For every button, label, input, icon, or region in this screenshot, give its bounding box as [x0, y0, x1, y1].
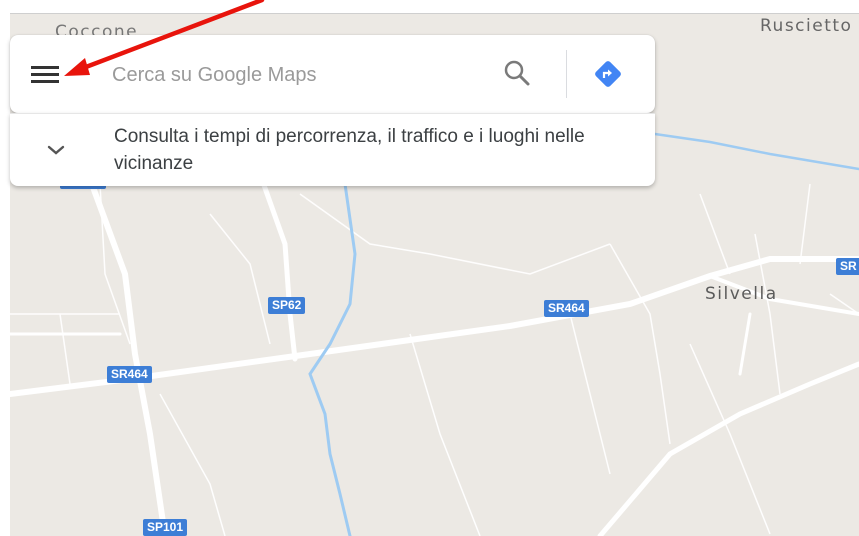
road-shield-sp101: SP101: [143, 519, 188, 536]
search-icon[interactable]: [502, 58, 532, 88]
search-divider: [566, 50, 567, 98]
road-shield-sr464-center: SR464: [544, 300, 589, 317]
nearby-info-text: Consulta i tempi di percorrenza, il traf…: [114, 126, 585, 174]
place-label-ruscietto: Ruscietto: [760, 16, 853, 36]
search-input[interactable]: [110, 56, 484, 94]
nearby-info-panel[interactable]: Consulta i tempi di percorrenza, il traf…: [10, 113, 655, 186]
hamburger-menu-icon[interactable]: [29, 63, 63, 87]
road-shield-sp62: SP62: [268, 297, 306, 314]
road-shield-sr: SR: [836, 258, 859, 275]
place-label-silvella: Silvella: [705, 284, 778, 304]
directions-icon[interactable]: [592, 58, 624, 90]
road-shield-sr464-left: SR464: [107, 366, 152, 383]
chevron-down-icon[interactable]: [44, 138, 68, 162]
